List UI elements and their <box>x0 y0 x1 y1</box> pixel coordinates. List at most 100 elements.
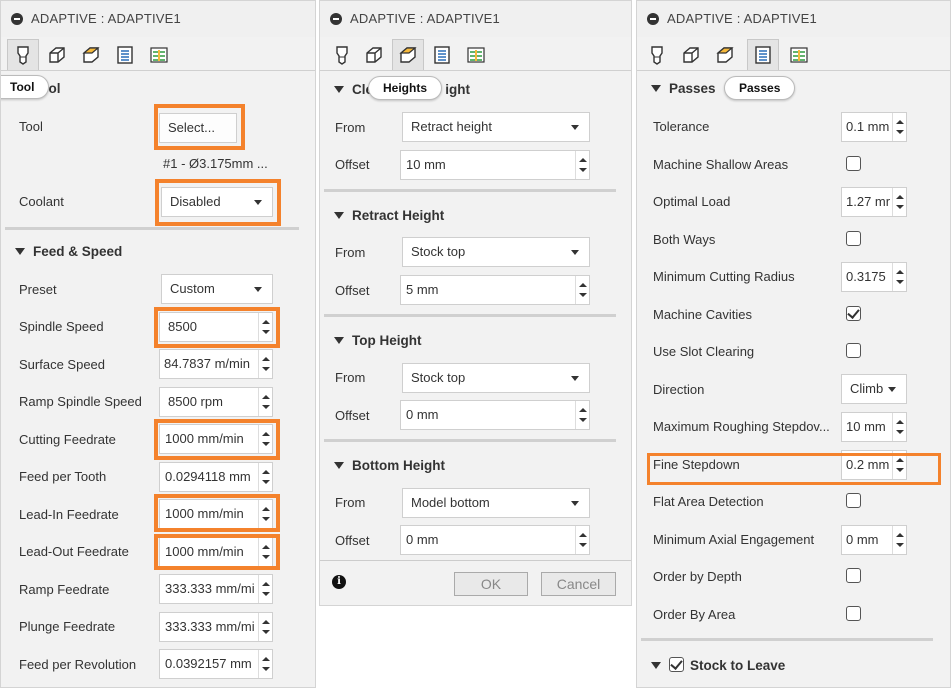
spinner-icon[interactable] <box>258 425 272 453</box>
offset-label: Offset <box>335 408 370 423</box>
tab-geometry[interactable] <box>358 39 390 70</box>
bottom-from-select[interactable]: Model bottom <box>402 488 590 518</box>
both-ways-label: Both Ways <box>653 232 716 247</box>
spinner-icon[interactable] <box>575 151 589 179</box>
offset-label: Offset <box>335 157 370 172</box>
maximum-roughing-stepdown-input[interactable]: 10 mm <box>841 412 907 442</box>
lead-in-feedrate-input[interactable]: 1000 mm/min <box>159 499 273 529</box>
machine-cavities-checkbox[interactable] <box>846 306 861 321</box>
tab-tool[interactable] <box>326 39 358 70</box>
tab-passes[interactable] <box>109 39 141 70</box>
spinner-icon[interactable] <box>258 538 272 566</box>
passes-section-header[interactable]: Passes <box>651 81 716 96</box>
spinner-icon[interactable] <box>258 575 272 603</box>
tab-geometry[interactable] <box>41 39 73 70</box>
spindle-speed-input[interactable]: 8500 <box>159 312 273 342</box>
bottom-height-header[interactable]: Bottom Height <box>334 458 445 473</box>
field-value: 10 mm <box>406 157 446 172</box>
field-value: 0.2 mm <box>846 457 890 472</box>
spinner-icon[interactable] <box>892 113 906 141</box>
minimum-axial-engagement-label: Minimum Axial Engagement <box>653 532 815 547</box>
direction-select[interactable]: Climb <box>841 374 907 404</box>
order-by-area-checkbox[interactable] <box>846 606 861 621</box>
tab-linking[interactable] <box>143 39 175 70</box>
fine-stepdown-input[interactable]: 0.2 mm <box>841 450 907 480</box>
stock-to-leave-header[interactable]: Stock to Leave <box>651 657 785 673</box>
spinner-icon[interactable] <box>575 276 589 304</box>
plunge-feedrate-input[interactable]: 333.333 mm/mi <box>159 612 273 642</box>
minimum-axial-engagement-input[interactable]: 0 mm <box>841 525 907 555</box>
spinner-icon[interactable] <box>258 613 272 641</box>
top-offset-input[interactable]: 0 mm <box>400 400 590 430</box>
from-label: From <box>335 495 366 510</box>
top-height-header[interactable]: Top Height <box>334 333 421 348</box>
tab-heights[interactable] <box>392 39 424 70</box>
minimum-cutting-radius-input[interactable]: 0.3175 <box>841 262 907 292</box>
feed-speed-section-header[interactable]: Feed & Speed <box>15 244 122 259</box>
cancel-button[interactable]: Cancel <box>541 572 616 596</box>
tab-linking[interactable] <box>460 39 492 70</box>
tab-linking[interactable] <box>783 39 815 70</box>
order-by-depth-checkbox[interactable] <box>846 568 861 583</box>
ramp-feedrate-input[interactable]: 333.333 mm/mi <box>159 574 273 604</box>
feed-per-tooth-input[interactable]: 0.0294118 mm <box>159 462 273 492</box>
collapse-triangle-icon <box>334 212 344 219</box>
spinner-icon[interactable] <box>575 526 589 554</box>
retract-offset-input[interactable]: 5 mm <box>400 275 590 305</box>
clearance-from-select[interactable]: Retract height <box>402 112 590 142</box>
flat-area-detection-checkbox[interactable] <box>846 493 861 508</box>
spinner-icon[interactable] <box>258 650 272 678</box>
machine-shallow-areas-checkbox[interactable] <box>846 156 861 171</box>
lead-in-feedrate-label: Lead-In Feedrate <box>19 507 119 522</box>
tolerance-input[interactable]: 0.1 mm <box>841 112 907 142</box>
tooltip: Passes <box>724 76 796 100</box>
collapse-triangle-icon <box>651 85 661 92</box>
surface-speed-input[interactable]: 84.7837 m/min <box>159 349 273 379</box>
offset-label: Offset <box>335 533 370 548</box>
coolant-select[interactable]: Disabled <box>161 187 273 217</box>
optimal-load-input[interactable]: 1.27 mr <box>841 187 907 217</box>
bottom-offset-input[interactable]: 0 mm <box>400 525 590 555</box>
use-slot-clearing-checkbox[interactable] <box>846 343 861 358</box>
ok-button[interactable]: OK <box>454 572 528 596</box>
spinner-icon[interactable] <box>892 263 906 291</box>
feed-per-revolution-input[interactable]: 0.0392157 mm <box>159 649 273 679</box>
ramp-spindle-speed-input[interactable]: 8500 rpm <box>159 387 273 417</box>
info-icon[interactable]: i <box>332 575 346 589</box>
tab-passes[interactable] <box>747 39 779 70</box>
spinner-icon[interactable] <box>258 463 272 491</box>
collapse-triangle-icon <box>651 662 661 669</box>
retract-from-select[interactable]: Stock top <box>402 237 590 267</box>
spinner-icon[interactable] <box>892 526 906 554</box>
tab-passes[interactable] <box>426 39 458 70</box>
retract-height-header[interactable]: Retract Height <box>334 208 444 223</box>
tab-tool[interactable] <box>641 39 673 70</box>
spinner-icon[interactable] <box>258 350 272 378</box>
tab-heights[interactable] <box>75 39 107 70</box>
from-label: From <box>335 370 366 385</box>
top-from-select[interactable]: Stock top <box>402 363 590 393</box>
preset-select[interactable]: Custom <box>161 274 273 304</box>
spinner-icon[interactable] <box>258 500 272 528</box>
geometry-tab-icon <box>683 46 699 63</box>
tab-geometry[interactable] <box>675 39 707 70</box>
stock-to-leave-checkbox[interactable] <box>669 657 684 672</box>
spinner-icon[interactable] <box>892 413 906 441</box>
both-ways-checkbox[interactable] <box>846 231 861 246</box>
minus-circle-icon[interactable] <box>11 13 23 25</box>
spinner-icon[interactable] <box>892 188 906 216</box>
tab-tool[interactable] <box>7 39 39 70</box>
minus-circle-icon[interactable] <box>330 13 342 25</box>
spinner-icon[interactable] <box>258 388 272 416</box>
tab-heights[interactable] <box>709 39 741 70</box>
spinner-icon[interactable] <box>258 313 272 341</box>
spinner-icon[interactable] <box>575 401 589 429</box>
clearance-offset-input[interactable]: 10 mm <box>400 150 590 180</box>
flat-area-detection-label: Flat Area Detection <box>653 494 764 509</box>
select-tool-button[interactable]: Select... <box>159 113 237 143</box>
spinner-icon[interactable] <box>892 451 906 479</box>
lead-out-feedrate-input[interactable]: 1000 mm/min <box>159 537 273 567</box>
field-value: 0 mm <box>406 532 439 547</box>
cutting-feedrate-input[interactable]: 1000 mm/min <box>159 424 273 454</box>
minus-circle-icon[interactable] <box>647 13 659 25</box>
